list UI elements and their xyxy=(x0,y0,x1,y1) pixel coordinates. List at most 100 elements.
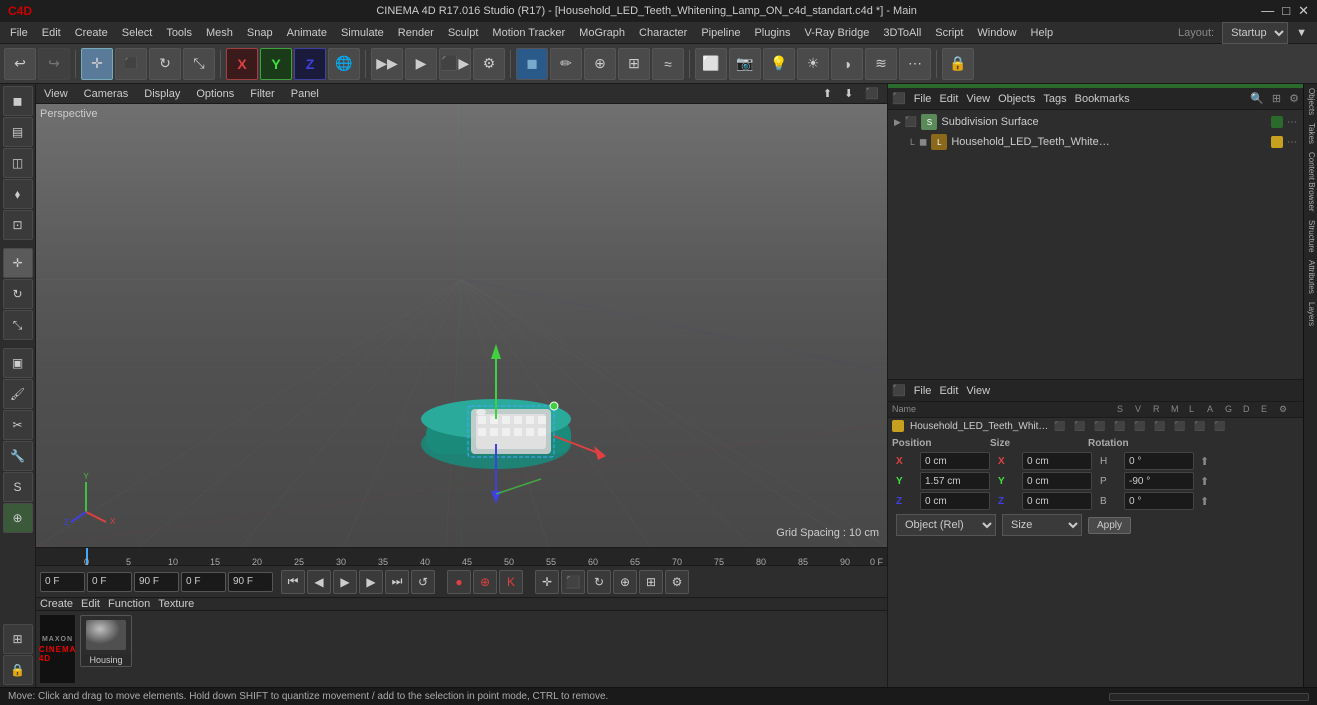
knife-btn[interactable]: ✂ xyxy=(3,410,33,440)
rot-b-field[interactable]: 0 ° xyxy=(1124,492,1194,510)
scale-tool-btn[interactable]: ⬛ xyxy=(115,48,147,80)
menu-vray[interactable]: V-Ray Bridge xyxy=(799,25,876,41)
menu-script[interactable]: Script xyxy=(929,25,969,41)
viewport-icon-2[interactable]: ⬇ xyxy=(840,87,857,100)
mat-function-btn[interactable]: Function xyxy=(108,598,150,610)
redo-btn[interactable]: ↪ xyxy=(38,48,70,80)
go-start-btn[interactable]: ⏮ xyxy=(281,570,305,594)
paint-btn[interactable]: 🖌 xyxy=(3,379,33,409)
menu-pipeline[interactable]: Pipeline xyxy=(695,25,746,41)
viewport-canvas[interactable]: Perspective xyxy=(36,104,887,547)
size-z-field[interactable]: 0 cm xyxy=(1022,492,1092,510)
move-tool-btn[interactable]: ✛ xyxy=(81,48,113,80)
tab-content-browser[interactable]: Content Browser xyxy=(1304,148,1317,216)
array-btn[interactable]: ⊞ xyxy=(618,48,650,80)
preview-start-field[interactable]: 0 F xyxy=(181,572,226,592)
frame-current-field[interactable]: 0 F xyxy=(87,572,132,592)
uv-mode-btn[interactable]: ⊡ xyxy=(3,210,33,240)
floor-btn[interactable]: ⬜ xyxy=(695,48,727,80)
layout-arrow[interactable]: ▼ xyxy=(1290,25,1313,41)
pen-btn[interactable]: ✏ xyxy=(550,48,582,80)
menu-mograph[interactable]: MoGraph xyxy=(573,25,631,41)
render-to-po-btn[interactable]: ⬛▶ xyxy=(439,48,471,80)
bottom-edit-btn[interactable]: Edit xyxy=(939,385,958,397)
size-y-field[interactable]: 0 cm xyxy=(1022,472,1092,490)
coord-system-select[interactable]: Object (Rel) World xyxy=(896,514,996,536)
render-view-btn[interactable]: ▶ xyxy=(405,48,437,80)
rotate-tool-btn[interactable]: ↻ xyxy=(149,48,181,80)
mirror-btn[interactable]: S xyxy=(3,472,33,502)
snap-btn[interactable]: 🔒 xyxy=(942,48,974,80)
obj-bookmarks-btn[interactable]: Bookmarks xyxy=(1075,93,1130,105)
obj-search-icon[interactable]: 🔍 xyxy=(1250,92,1264,105)
next-frame-btn[interactable]: ▶ xyxy=(359,570,383,594)
light-btn[interactable]: 💡 xyxy=(763,48,795,80)
menu-edit[interactable]: Edit xyxy=(36,25,67,41)
rot-b-stepper[interactable]: ⬆ xyxy=(1200,495,1209,508)
viewport-menu-panel[interactable]: Panel xyxy=(287,88,323,100)
y-axis-btn[interactable]: Y xyxy=(260,48,292,80)
frame-start-field[interactable]: 0 F xyxy=(40,572,85,592)
rot-h-field[interactable]: 0 ° xyxy=(1124,452,1194,470)
record-btn[interactable]: ● xyxy=(447,570,471,594)
menu-character[interactable]: Character xyxy=(633,25,693,41)
layout-select[interactable]: Startup xyxy=(1222,22,1288,44)
obj-item-lamp[interactable]: L ◼ L Household_LED_Teeth_Whitening_Lamp… xyxy=(890,132,1301,152)
mat-texture-btn[interactable]: Texture xyxy=(158,598,194,610)
tab-layers[interactable]: Layers xyxy=(1304,298,1317,330)
viewport-menu-cameras[interactable]: Cameras xyxy=(80,88,133,100)
tab-objects[interactable]: Objects xyxy=(1304,84,1317,119)
pos-z-field[interactable]: 0 cm xyxy=(920,492,990,510)
menu-motiontacker[interactable]: Motion Tracker xyxy=(486,25,571,41)
loop-btn[interactable]: ↺ xyxy=(411,570,435,594)
lock-btn[interactable]: 🔒 xyxy=(3,655,33,685)
edge-mode-btn[interactable]: ◫ xyxy=(3,148,33,178)
viewport-icon-1[interactable]: ⬆ xyxy=(819,87,836,100)
render-region-btn[interactable]: ▶▶ xyxy=(371,48,403,80)
tab-takes[interactable]: Takes xyxy=(1304,119,1317,148)
rotate-anim-btn[interactable]: ↻ xyxy=(587,570,611,594)
rotate-side-btn[interactable]: ↻ xyxy=(3,279,33,309)
menu-select[interactable]: Select xyxy=(116,25,159,41)
menu-create[interactable]: Create xyxy=(69,25,114,41)
mat-edit-btn[interactable]: Edit xyxy=(81,598,100,610)
menu-sculpt[interactable]: Sculpt xyxy=(442,25,485,41)
world-btn[interactable]: 🌐 xyxy=(328,48,360,80)
selection-btn[interactable]: ▣ xyxy=(3,348,33,378)
settings-anim-btn[interactable]: ⚙ xyxy=(665,570,689,594)
menu-mesh[interactable]: Mesh xyxy=(200,25,239,41)
deformer-btn[interactable]: ≈ xyxy=(652,48,684,80)
viewport-menu-filter[interactable]: Filter xyxy=(246,88,278,100)
scroll-indicator[interactable] xyxy=(1109,693,1309,701)
move-btn[interactable]: ✛ xyxy=(3,248,33,278)
obj-view-btn[interactable]: View xyxy=(966,93,990,105)
apply-btn[interactable]: Apply xyxy=(1088,517,1131,534)
transform-tool-btn[interactable]: ⤡ xyxy=(183,48,215,80)
move-anim-btn[interactable]: ✛ xyxy=(535,570,559,594)
frame-end-field[interactable]: 90 F xyxy=(134,572,179,592)
more-btn[interactable]: ⋯ xyxy=(899,48,931,80)
object-mode-btn[interactable]: ◼ xyxy=(3,86,33,116)
magnet-btn[interactable]: 🔧 xyxy=(3,441,33,471)
material-housing[interactable]: Housing xyxy=(80,615,132,667)
prev-frame-btn[interactable]: ◀ xyxy=(307,570,331,594)
obj-file-btn[interactable]: File xyxy=(914,93,932,105)
menu-window[interactable]: Window xyxy=(971,25,1022,41)
bottom-file-btn[interactable]: File xyxy=(914,385,932,397)
preview-end-field[interactable]: 90 F xyxy=(228,572,273,592)
material-btn[interactable]: ◑ xyxy=(831,48,863,80)
sky-btn[interactable]: ☀ xyxy=(797,48,829,80)
pos-y-field[interactable]: 1.57 cm xyxy=(920,472,990,490)
menu-tools[interactable]: Tools xyxy=(160,25,198,41)
menu-plugins[interactable]: Plugins xyxy=(748,25,796,41)
menu-render[interactable]: Render xyxy=(392,25,440,41)
poly-mode-btn[interactable]: ▤ xyxy=(3,117,33,147)
tab-structure[interactable]: Structure xyxy=(1304,216,1317,256)
go-end-btn[interactable]: ⏭ xyxy=(385,570,409,594)
obj-edit-btn[interactable]: Edit xyxy=(939,93,958,105)
z-axis-btn[interactable]: Z xyxy=(294,48,326,80)
point-mode-btn[interactable]: ⬧ xyxy=(3,179,33,209)
bottom-obj-row[interactable]: Household_LED_Teeth_Whitening_Lamp_ON ⬛ … xyxy=(888,418,1303,434)
obj-tags-btn[interactable]: Tags xyxy=(1043,93,1066,105)
viewport-menu-view[interactable]: View xyxy=(40,88,72,100)
